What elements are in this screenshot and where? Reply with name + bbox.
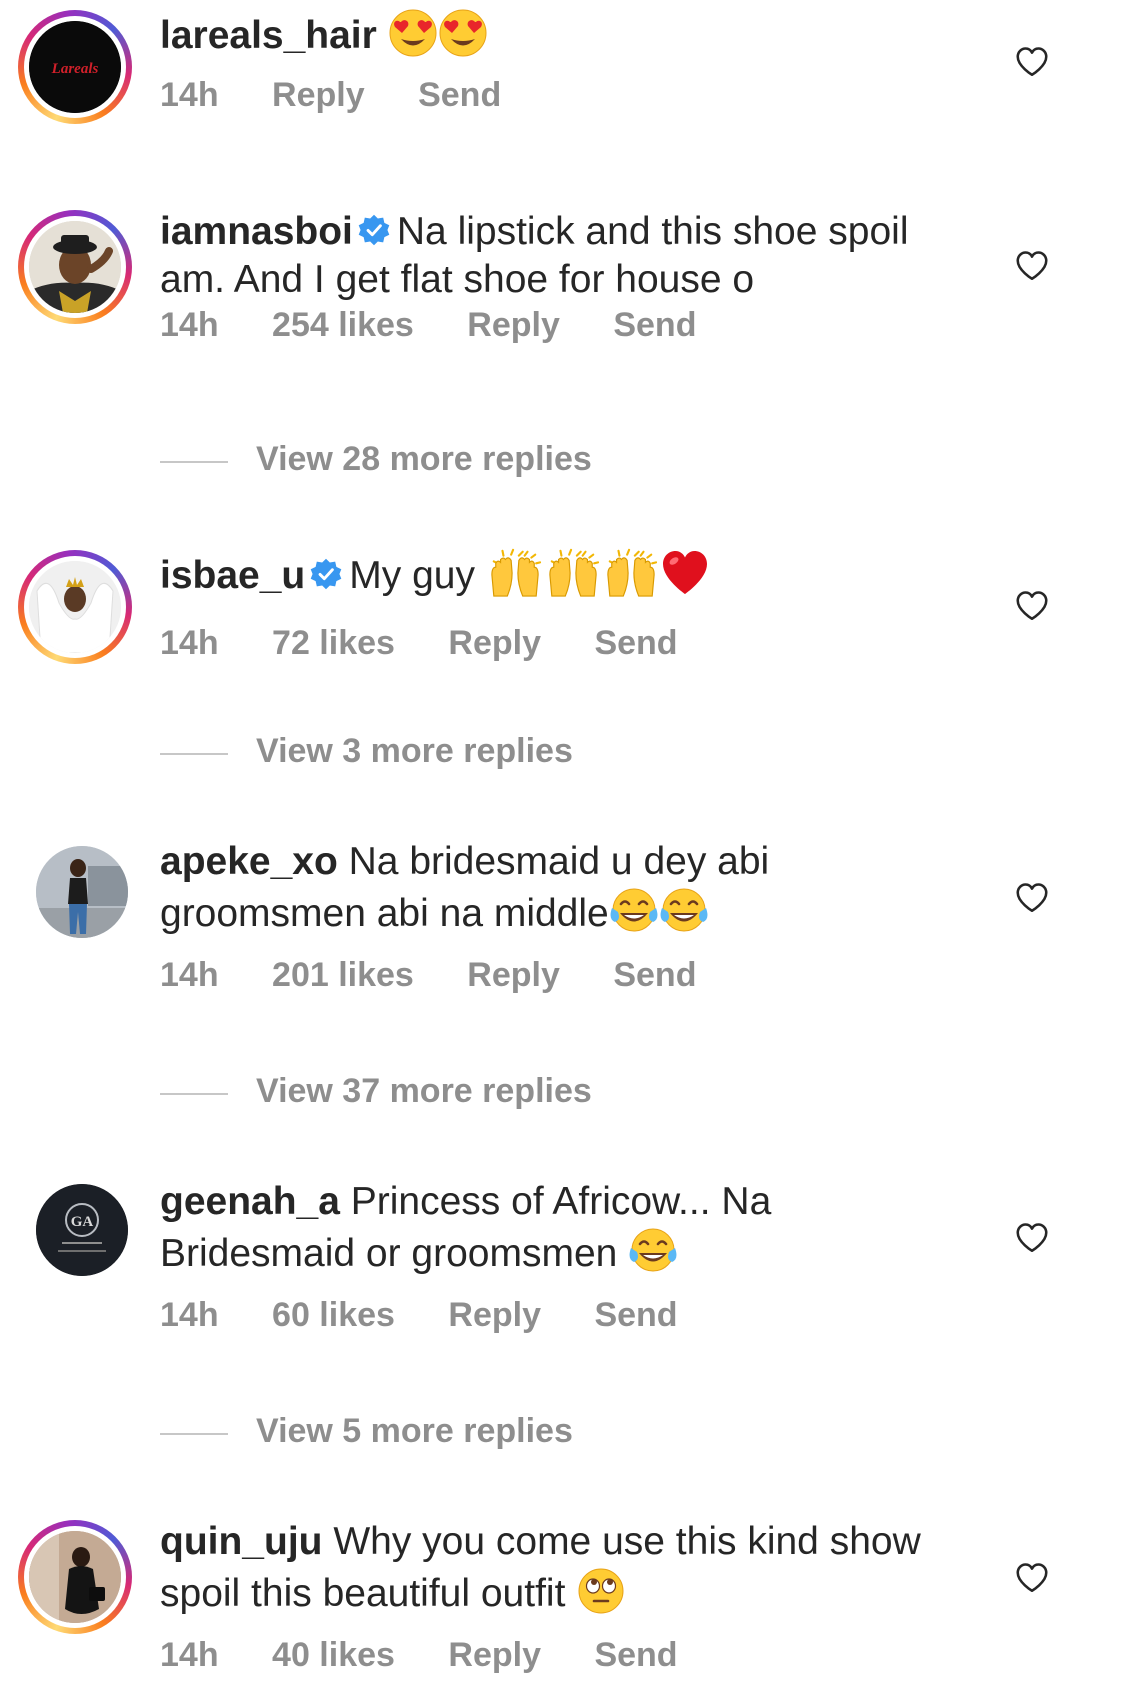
send-button[interactable]: Send: [613, 956, 696, 995]
raising-hands-emoji-icon: [602, 546, 660, 598]
username[interactable]: quin_uju: [160, 1520, 322, 1563]
username[interactable]: apeke_xo: [160, 840, 338, 883]
likes-count[interactable]: 40 likes: [272, 1636, 395, 1675]
avatar[interactable]: [18, 828, 132, 942]
heart-eyes-emoji-icon: [438, 8, 488, 58]
comment-meta: 14h 60 likes Reply Send: [160, 1296, 678, 1335]
avatar-photo: [29, 1531, 121, 1623]
eye-roll-emoji-icon: [576, 1566, 626, 1616]
raising-hands-emoji-icon: [486, 546, 544, 598]
avatar[interactable]: [18, 1520, 132, 1634]
avatar[interactable]: [18, 210, 132, 324]
reply-button[interactable]: Reply: [448, 1296, 541, 1335]
like-heart-icon[interactable]: [1013, 1220, 1051, 1256]
comment-time: 14h: [160, 1636, 219, 1674]
comment-time: 14h: [160, 956, 219, 994]
comment-meta: 14h 254 likes Reply Send: [160, 306, 696, 345]
avatar[interactable]: GA: [18, 1166, 132, 1280]
view-more-label[interactable]: View 5 more replies: [256, 1412, 573, 1451]
comment-time: 14h: [160, 624, 219, 662]
tears-of-joy-emoji-icon: [659, 886, 709, 936]
send-button[interactable]: Send: [594, 624, 677, 663]
view-more-label[interactable]: View 37 more replies: [256, 1072, 592, 1111]
comment-body: My guy: [349, 554, 475, 597]
like-heart-icon[interactable]: [1013, 588, 1051, 624]
likes-count[interactable]: 72 likes: [272, 624, 395, 663]
svg-text:GA: GA: [71, 1214, 94, 1230]
comment-meta: 14h 72 likes Reply Send: [160, 624, 678, 663]
comment-meta: 14h Reply Send: [160, 76, 501, 115]
likes-count[interactable]: 254 likes: [272, 306, 414, 345]
comment-text: isbae_u My guy: [160, 546, 930, 600]
geenah-logo: GA: [36, 1184, 128, 1276]
red-heart-emoji-icon: [660, 548, 710, 598]
divider-line: [160, 461, 228, 463]
divider-line: [160, 1433, 228, 1435]
like-heart-icon[interactable]: [1013, 44, 1051, 80]
comment-meta: 14h 201 likes Reply Send: [160, 956, 696, 995]
avatar[interactable]: [18, 550, 132, 664]
comment-time: 14h: [160, 1296, 219, 1334]
comment-text: lareals_hair: [160, 8, 930, 60]
send-button[interactable]: Send: [594, 1636, 677, 1675]
comment-text: quin_uju Why you come use this kind show…: [160, 1518, 930, 1618]
tears-of-joy-emoji-icon: [609, 886, 659, 936]
like-heart-icon[interactable]: [1013, 248, 1051, 284]
reply-button[interactable]: Reply: [448, 624, 541, 663]
tears-of-joy-emoji-icon: [628, 1226, 678, 1276]
comment-meta: 14h 40 likes Reply Send: [160, 1636, 678, 1675]
like-heart-icon[interactable]: [1013, 880, 1051, 916]
heart-eyes-emoji-icon: [388, 8, 438, 58]
avatar[interactable]: Lareals: [18, 10, 132, 124]
username[interactable]: iamnasboi: [160, 210, 353, 253]
view-more-label[interactable]: View 28 more replies: [256, 440, 592, 479]
send-button[interactable]: Send: [418, 76, 501, 115]
avatar-photo: [29, 221, 121, 313]
reply-button[interactable]: Reply: [448, 1636, 541, 1675]
divider-line: [160, 753, 228, 755]
lareals-logo: Lareals: [29, 21, 121, 113]
avatar-photo: [29, 561, 121, 653]
comment-time: 14h: [160, 76, 219, 114]
verified-badge-icon: [309, 557, 343, 591]
reply-button[interactable]: Reply: [272, 76, 365, 115]
likes-count[interactable]: 201 likes: [272, 956, 414, 995]
comment-time: 14h: [160, 306, 219, 344]
comment-text: geenah_a Princess of Africow... Na Bride…: [160, 1178, 930, 1278]
reply-button[interactable]: Reply: [467, 306, 560, 345]
username[interactable]: isbae_u: [160, 554, 305, 597]
view-more-label[interactable]: View 3 more replies: [256, 732, 573, 771]
divider-line: [160, 1093, 228, 1095]
send-button[interactable]: Send: [594, 1296, 677, 1335]
username[interactable]: lareals_hair: [160, 14, 377, 57]
comment-text: iamnasboi Na lipstick and this shoe spoil…: [160, 208, 930, 304]
avatar-photo: [36, 846, 128, 938]
comment-text: apeke_xo Na bridesmaid u dey abi groomsm…: [160, 838, 930, 938]
send-button[interactable]: Send: [613, 306, 696, 345]
reply-button[interactable]: Reply: [467, 956, 560, 995]
verified-badge-icon: [357, 213, 391, 247]
svg-text:Lareals: Lareals: [51, 61, 99, 77]
raising-hands-emoji-icon: [544, 546, 602, 598]
likes-count[interactable]: 60 likes: [272, 1296, 395, 1335]
username[interactable]: geenah_a: [160, 1180, 340, 1223]
like-heart-icon[interactable]: [1013, 1560, 1051, 1596]
